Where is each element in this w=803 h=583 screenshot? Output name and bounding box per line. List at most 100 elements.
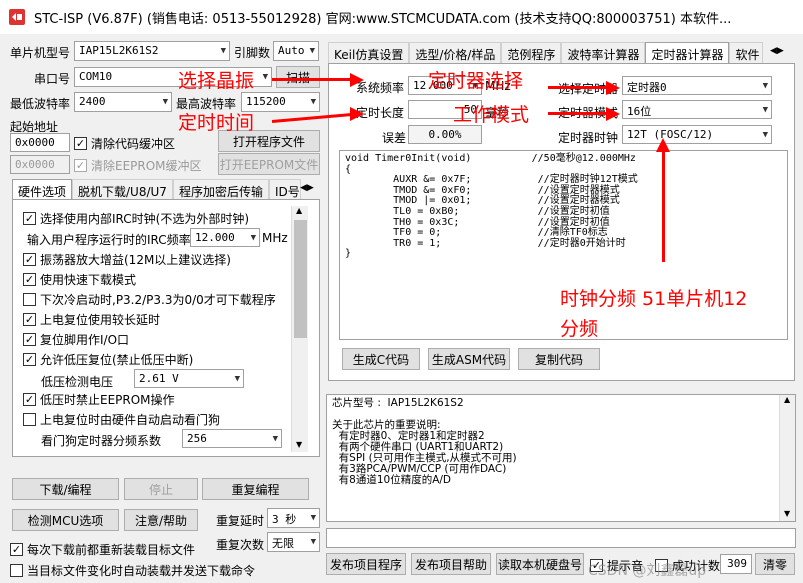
info-scrollbar[interactable]: ▲ ▼ (779, 395, 795, 521)
publish-help-button[interactable]: 发布项目帮助 (411, 553, 491, 575)
check-icon: ✓ (23, 393, 36, 406)
scroll-up-icon[interactable]: ▲ (296, 206, 302, 215)
option-wdt-checkbox[interactable]: 上电复位时由硬件自动启动看门狗 (23, 411, 220, 428)
option-delay-checkbox[interactable]: ✓ 上电复位使用较长延时 (23, 311, 160, 328)
publish-button[interactable]: 发布项目程序 (326, 553, 406, 575)
gen-c-button[interactable]: 生成C代码 (342, 348, 420, 370)
scroll-down-icon[interactable]: ▼ (296, 440, 302, 449)
options-scrollbar[interactable]: ▲ ▼ (291, 206, 308, 452)
irc-unit: MHz (262, 231, 288, 245)
scroll-up-icon[interactable]: ▲ (784, 395, 790, 404)
reprogram-button[interactable]: 重复编程 (202, 478, 309, 500)
option-reset-io-checkbox[interactable]: ✓ 复位脚用作I/O口 (23, 331, 129, 348)
repeat-delay-label: 重复延时 (216, 514, 265, 528)
repeat-count-value: 无限 (272, 537, 294, 550)
annotation-work-mode: 工作模式 (453, 104, 530, 126)
download-button[interactable]: 下载/编程 (12, 478, 119, 500)
pin-value: Auto (278, 44, 305, 57)
chip-info-box[interactable]: 芯片型号 : IAP15L2K61S2 关于此芯片的重要说明: 有定时器0、定时… (326, 394, 796, 522)
chevron-down-icon: ▼ (162, 97, 168, 107)
port-value: COM10 (79, 70, 113, 83)
annotation-timer-time: 定时时间 (178, 112, 255, 134)
wdt-select[interactable]: 256 ▼ (182, 429, 282, 448)
lv-select[interactable]: 2.61 V ▼ (134, 369, 244, 388)
irc-freq-select[interactable]: 12.000 ▼ (190, 228, 260, 247)
min-baud-label: 最低波特率 (10, 97, 71, 111)
port-label: 串口号 (34, 72, 71, 86)
read-disk-button[interactable]: 读取本机硬盘号 (496, 553, 584, 575)
gen-asm-button[interactable]: 生成ASM代码 (428, 348, 510, 370)
clear-count-button[interactable]: 清零 (755, 553, 795, 575)
chevron-down-icon: ▼ (310, 537, 316, 547)
checkbox-empty-icon (23, 293, 36, 306)
mcu-type-value: IAP15L2K61S2 (79, 44, 159, 57)
clear-code-checkbox[interactable]: ✓ 清除代码缓冲区 (74, 135, 175, 152)
repeat-delay-value: 3 秒 (272, 513, 297, 526)
option-gain-checkbox[interactable]: ✓ 振荡器放大增益(12M以上建议选择) (23, 251, 231, 268)
check-icon: ✓ (10, 543, 23, 556)
option-label: 上电复位使用较长延时 (40, 313, 161, 327)
timer-clock-select[interactable]: 12T (FOSC/12) ▼ (622, 125, 772, 144)
stop-button[interactable]: 停止 (124, 478, 198, 500)
select-timer-select[interactable]: 定时器0 ▼ (622, 76, 772, 95)
success-count-value: 309 (720, 554, 752, 574)
help-button[interactable]: 注意/帮助 (124, 509, 198, 531)
scroll-down-icon[interactable]: ▼ (784, 509, 790, 518)
arrow-mode-head (606, 107, 620, 121)
timer-mode-select[interactable]: 16位 ▼ (622, 100, 772, 119)
scan-button[interactable]: 扫描 (276, 66, 320, 88)
arrow-time-head (350, 107, 364, 121)
mcu-type-select[interactable]: IAP15L2K61S2 ▼ (74, 41, 230, 61)
chevron-down-icon: ▼ (220, 46, 226, 56)
min-baud-value: 2400 (79, 95, 106, 108)
reload-label: 每次下载前都重新装载目标文件 (27, 543, 196, 557)
copy-code-button[interactable]: 复制代码 (518, 348, 600, 370)
chevron-down-icon: ▼ (309, 46, 315, 56)
auto-load-label: 当目标文件变化时自动装载并发送下载命令 (27, 564, 256, 578)
annotation-select-crystal: 选择晶振 (178, 70, 255, 92)
auto-load-checkbox[interactable]: 当目标文件变化时自动装载并发送下载命令 (10, 562, 255, 579)
chevron-down-icon: ▼ (762, 129, 768, 140)
addr1-input[interactable]: 0x0000 (10, 133, 70, 152)
option-lv-reset-checkbox[interactable]: ✓ 允许低压复位(禁止低压中断) (23, 351, 193, 368)
title-bar: STC-ISP (V6.87F) (销售电话: 0513-55012928) 官… (0, 0, 803, 34)
tab-scroll-arrows[interactable]: ◀▶ (300, 183, 314, 193)
select-timer-value: 定时器0 (627, 81, 667, 94)
reload-checkbox[interactable]: ✓ 每次下载前都重新装载目标文件 (10, 541, 195, 558)
chevron-down-icon: ▼ (272, 433, 278, 444)
option-label: 上电复位时由硬件自动启动看门狗 (40, 413, 221, 427)
repeat-delay-select[interactable]: 3 秒 ▼ (267, 508, 320, 528)
check-icon: ✓ (23, 253, 36, 266)
option-label: 允许低压复位(禁止低压中断) (40, 353, 194, 367)
open-eeprom-button[interactable]: 打开EEPROM文件 (218, 153, 320, 175)
option-eeprom-lv-checkbox[interactable]: ✓ 低压时禁止EEPROM操作 (23, 391, 175, 408)
tab-scroll-arrows[interactable]: ◀▶ (770, 46, 784, 56)
min-baud-select[interactable]: 2400 ▼ (74, 92, 172, 112)
repeat-count-select[interactable]: 无限 ▼ (267, 532, 320, 552)
option-label: 使用快速下载模式 (40, 273, 137, 287)
chevron-down-icon: ▼ (310, 513, 316, 523)
timer-clock-value: 12T (FOSC/12) (627, 128, 714, 141)
check-icon: ✓ (74, 159, 87, 172)
option-fast-checkbox[interactable]: ✓ 使用快速下载模式 (23, 271, 136, 288)
annotation-clock-div-2: 分频 (560, 318, 599, 340)
chevron-down-icon: ▼ (234, 373, 240, 384)
option-label: 选择使用内部IRC时钟(不选为外部时钟) (40, 212, 250, 226)
pin-select[interactable]: Auto ▼ (273, 41, 319, 61)
clear-eeprom-checkbox[interactable]: ✓ 清除EEPROM缓冲区 (74, 157, 202, 174)
option-coldstart-checkbox[interactable]: 下次冷启动时,P3.2/P3.3为0/0才可下载程序 (23, 291, 276, 308)
addr2-input[interactable]: 0x0000 (10, 155, 70, 174)
scrollbar-thumb[interactable] (294, 220, 307, 338)
check-icon: ✓ (23, 273, 36, 286)
repeat-count-label: 重复次数 (216, 538, 265, 552)
clear-eeprom-label: 清除EEPROM缓冲区 (91, 159, 202, 173)
timer-mode-value: 16位 (627, 105, 652, 118)
code-output[interactable]: void Timer0Init(void) //50毫秒@12.000MHz {… (339, 150, 788, 340)
wdt-label: 看门狗定时器分频系数 (41, 434, 162, 448)
detect-mcu-button[interactable]: 检测MCU选项 (12, 509, 119, 531)
checkbox-empty-icon (10, 564, 23, 577)
option-irc-checkbox[interactable]: ✓ 选择使用内部IRC时钟(不选为外部时钟) (23, 210, 249, 227)
irc-label: 输入用户程序运行时的IRC频率 (27, 233, 191, 247)
error-label: 误差 (382, 131, 407, 145)
check-icon: ✓ (74, 137, 87, 150)
